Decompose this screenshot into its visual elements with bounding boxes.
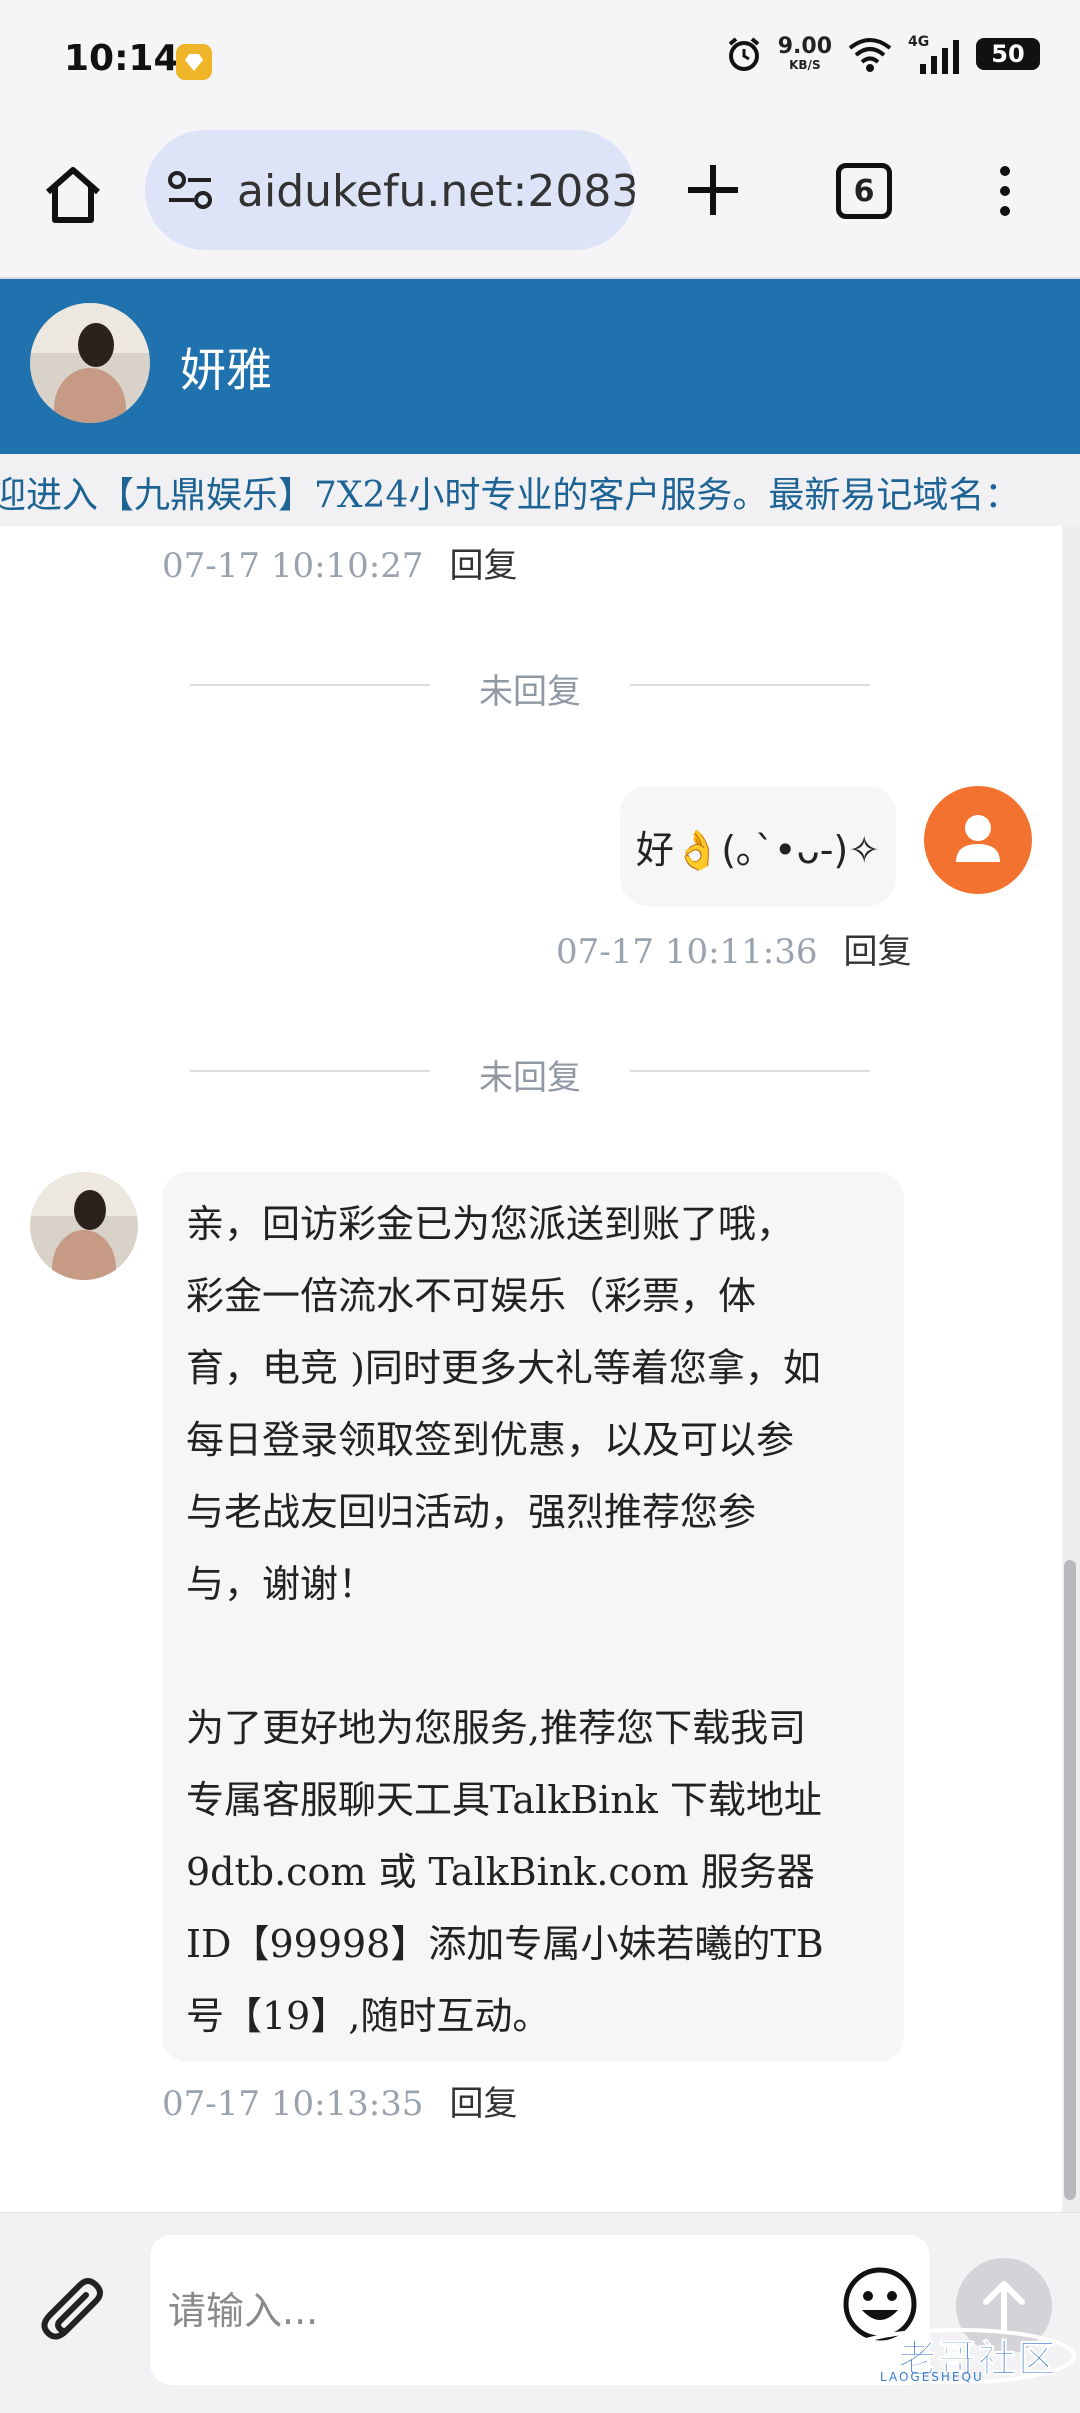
notice-text: 迎进入【九鼎娱乐】7X24小时专业的客户服务。最新易记域名： (0, 475, 1021, 516)
message-input-container (150, 2235, 930, 2385)
message-time: 07-17 10:11:36 (556, 932, 818, 972)
contact-name: 妍雅 (180, 343, 272, 397)
status-time: 10:14 (64, 38, 179, 79)
chat-header: 妍雅 (0, 279, 1080, 454)
message-time: 07-17 10:10:27 (162, 546, 424, 586)
paperclip-icon[interactable] (32, 2273, 116, 2357)
tune-icon[interactable] (167, 168, 215, 212)
message-time: 07-17 10:13:35 (162, 2084, 424, 2124)
network-speed-value: 9.00 (777, 34, 832, 59)
message-input[interactable] (166, 2275, 810, 2347)
message-meta: 07-17 10:13:35 回复 (162, 2076, 518, 2125)
message-list[interactable]: 07-17 10:10:27 回复 未回复 好👌(｡`•ᴗ-)✧ 07-17 10… (0, 526, 1062, 2212)
divider-label: 未回复 (479, 672, 581, 712)
notice-marquee: 迎进入【九鼎娱乐】7X24小时专业的客户服务。最新易记域名： (0, 454, 1080, 526)
browser-toolbar: aidukefu.net:2083 6 (0, 125, 1080, 279)
watermark-sub: LAOGESHEQU (880, 2370, 984, 2384)
tab-switcher-button[interactable]: 6 (836, 163, 892, 219)
plus-icon[interactable] (680, 157, 746, 223)
status-bar: 10:14 9.00 KB/S 4G 50 (0, 0, 1080, 125)
wifi-icon (848, 38, 892, 72)
network-speed-unit: KB/S (789, 58, 821, 72)
alarm-icon (728, 37, 759, 71)
reply-link[interactable]: 回复 (450, 2084, 518, 2124)
status-indicators: 9.00 KB/S 4G 50 (724, 34, 1040, 74)
scrollbar-thumb[interactable] (1064, 1560, 1076, 2200)
message-meta: 07-17 10:11:36 回复 (556, 924, 912, 973)
unreplied-divider: 未回复 (190, 1046, 870, 1098)
url-bar[interactable]: aidukefu.net:2083 (145, 130, 635, 250)
message-meta: 07-17 10:10:27 回复 (162, 538, 518, 587)
notification-app-icon (176, 44, 212, 80)
url-text: aidukefu.net:2083 (237, 166, 635, 217)
agent-avatar[interactable] (30, 1172, 138, 1280)
reply-link[interactable]: 回复 (450, 546, 518, 586)
signal-icon (920, 40, 959, 74)
reply-link[interactable]: 回复 (844, 932, 912, 972)
contact-avatar[interactable] (30, 303, 150, 423)
user-avatar[interactable] (924, 786, 1032, 894)
cellular-indicator: 4G (908, 34, 962, 74)
outgoing-message-bubble: 好👌(｡`•ᴗ-)✧ (620, 786, 896, 906)
divider-line (630, 684, 870, 686)
divider-label: 未回复 (479, 1058, 581, 1098)
battery-indicator: 50 (976, 38, 1040, 70)
network-speed: 9.00 KB/S (777, 34, 832, 73)
incoming-message-bubble: 亲，回访彩金已为您派送到账了哦， 彩金一倍流水不可娱乐（彩票，体 育，电竞 )同… (162, 1172, 904, 2062)
more-vert-icon[interactable] (990, 161, 1020, 221)
unreplied-divider: 未回复 (190, 660, 870, 712)
divider-line (630, 1070, 870, 1072)
home-icon[interactable] (38, 160, 108, 230)
